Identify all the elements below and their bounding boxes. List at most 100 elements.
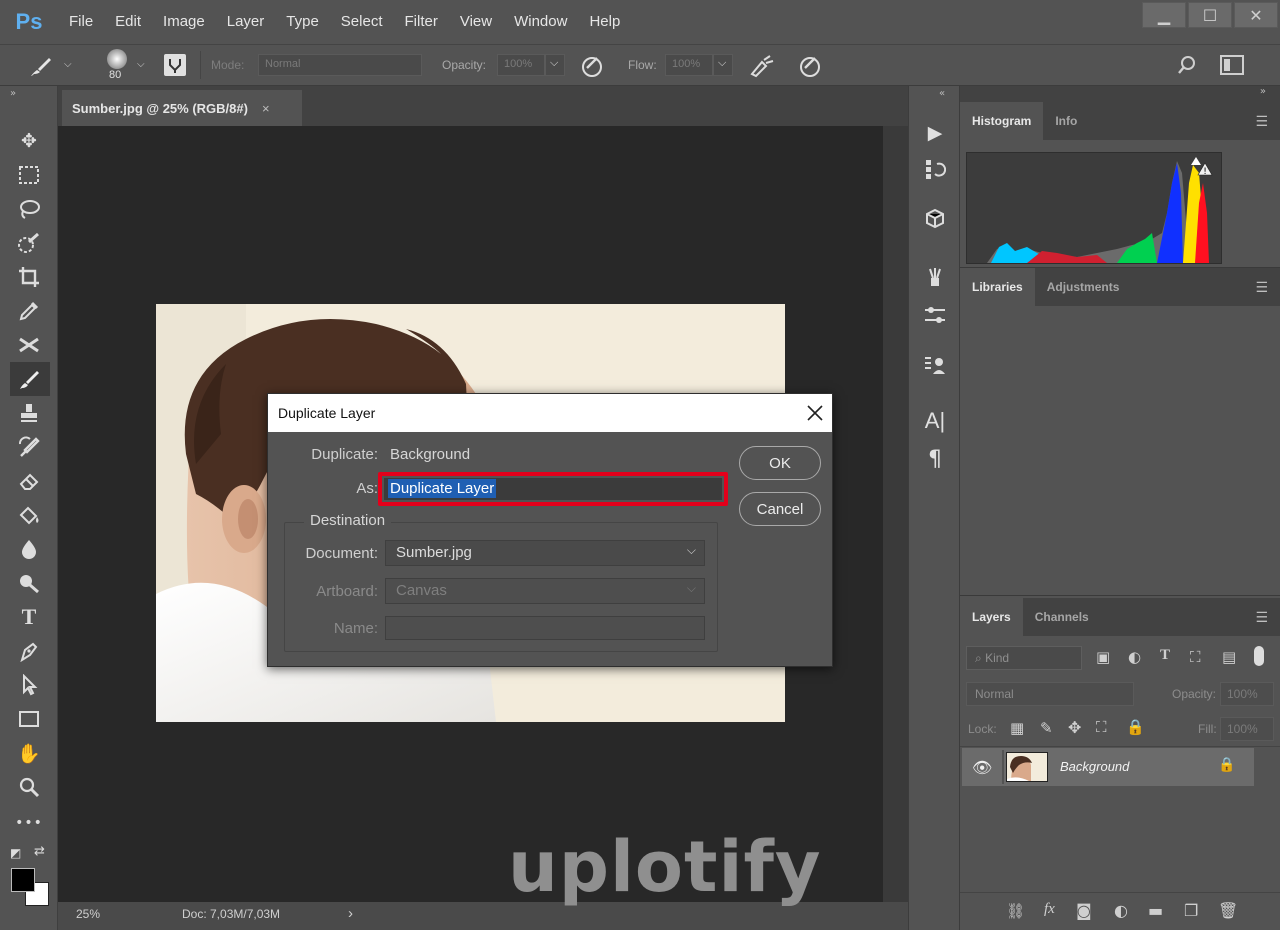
foreground-color-swatch[interactable] <box>11 868 35 892</box>
panel-menu-icon[interactable]: ☰ <box>1255 280 1268 296</box>
properties-icon[interactable] <box>909 348 961 382</box>
marquee-tool-icon[interactable] <box>0 158 58 192</box>
brush-settings-icon[interactable] <box>909 298 961 332</box>
actions-icon[interactable]: ▶ <box>909 116 961 150</box>
history-brush-tool-icon[interactable] <box>0 430 58 464</box>
lock-all-icon[interactable]: 🔒 <box>1126 718 1145 736</box>
swap-colors-icon[interactable]: ⇄ <box>34 844 45 859</box>
name-input[interactable] <box>385 616 705 640</box>
chevron-down-icon[interactable]: ⌵ <box>545 54 565 76</box>
menu-filter[interactable]: Filter <box>394 0 449 44</box>
filter-pixel-icon[interactable]: ▣ <box>1096 648 1110 666</box>
layer-name[interactable]: Background <box>1060 759 1129 774</box>
document-tab[interactable]: Sumber.jpg @ 25% (RGB/8#) × <box>62 90 302 126</box>
history-icon[interactable] <box>909 152 961 186</box>
quick-selection-tool-icon[interactable] <box>0 226 58 260</box>
brushes-icon[interactable] <box>909 260 961 294</box>
panel-menu-icon[interactable]: ☰ <box>1255 610 1268 626</box>
eyedropper-tool-icon[interactable] <box>0 294 58 328</box>
maximize-button[interactable]: ☐ <box>1188 2 1232 28</box>
rectangle-tool-icon[interactable] <box>0 702 58 736</box>
menu-type[interactable]: Type <box>275 0 330 44</box>
brush-preset-icon[interactable] <box>30 55 54 81</box>
cancel-button[interactable]: Cancel <box>739 492 821 526</box>
lock-artboard-icon[interactable]: ⛶ <box>1096 718 1107 736</box>
hand-tool-icon[interactable]: ✋ <box>0 736 58 770</box>
search-icon[interactable] <box>1176 54 1198 80</box>
fill-field[interactable]: 100% <box>1220 717 1274 741</box>
vertical-scrollbar[interactable] <box>883 126 908 902</box>
filter-toggle[interactable] <box>1254 646 1264 666</box>
dodge-tool-icon[interactable] <box>0 566 58 600</box>
filter-smart-object-icon[interactable]: ▤ <box>1222 648 1236 666</box>
layer-row-background[interactable]: 👁 Background 🔒 <box>962 748 1254 786</box>
chevron-down-icon[interactable]: ⌵ <box>64 59 72 70</box>
tab-libraries[interactable]: Libraries <box>960 268 1035 306</box>
paint-bucket-tool-icon[interactable] <box>0 498 58 532</box>
collapse-arrows-icon[interactable]: » <box>1260 86 1266 97</box>
collapse-arrows-icon[interactable]: « <box>939 88 945 99</box>
character-icon[interactable]: A| <box>909 404 961 438</box>
clone-stamp-tool-icon[interactable] <box>0 396 58 430</box>
close-window-button[interactable]: ✕ <box>1234 2 1278 28</box>
move-tool-icon[interactable]: ✥ <box>0 124 58 158</box>
as-input[interactable]: Duplicate Layer <box>384 478 722 500</box>
mask-icon[interactable]: ◙ <box>1076 901 1092 920</box>
tab-adjustments[interactable]: Adjustments <box>1035 268 1132 306</box>
filter-shape-icon[interactable]: ⛶ <box>1190 648 1201 666</box>
paragraph-icon[interactable]: ¶ <box>909 442 961 476</box>
3d-icon[interactable] <box>909 202 961 236</box>
filter-type-icon[interactable]: T <box>1160 647 1170 664</box>
chevron-down-icon[interactable]: ⌵ <box>713 54 733 76</box>
pressure-size-icon[interactable] <box>798 54 822 82</box>
menu-layer[interactable]: Layer <box>216 0 276 44</box>
lasso-tool-icon[interactable] <box>0 192 58 226</box>
healing-brush-tool-icon[interactable] <box>0 328 58 362</box>
minimize-button[interactable]: ▁ <box>1142 2 1186 28</box>
mode-select[interactable]: Normal <box>258 54 422 76</box>
brush-tool-icon[interactable] <box>10 362 50 396</box>
fx-icon[interactable]: fx <box>1044 901 1055 918</box>
layer-filter-kind[interactable]: ⌕ Kind <box>966 646 1082 670</box>
adjustment-icon[interactable]: ◐ <box>1114 901 1128 920</box>
lock-transparent-icon[interactable]: ▦ <box>1010 719 1024 737</box>
lock-position-icon[interactable]: ✥ <box>1068 718 1081 737</box>
blend-mode-select[interactable]: Normal <box>966 682 1134 706</box>
brush-tip-icon[interactable] <box>107 49 127 69</box>
menu-edit[interactable]: Edit <box>104 0 152 44</box>
tab-channels[interactable]: Channels <box>1023 598 1101 636</box>
brush-panel-icon[interactable] <box>164 54 186 76</box>
menu-help[interactable]: Help <box>578 0 631 44</box>
ok-button[interactable]: OK <box>739 446 821 480</box>
zoom-tool-icon[interactable] <box>0 770 58 804</box>
zoom-level[interactable]: 25% <box>76 907 100 921</box>
folder-icon[interactable]: ▬ <box>1148 901 1163 920</box>
tab-layers[interactable]: Layers <box>960 598 1023 636</box>
eye-icon[interactable]: 👁 <box>972 758 992 777</box>
path-selection-tool-icon[interactable] <box>0 668 58 702</box>
menu-view[interactable]: View <box>449 0 503 44</box>
link-icon[interactable]: ⛓ <box>1006 902 1025 920</box>
menu-select[interactable]: Select <box>330 0 394 44</box>
menu-window[interactable]: Window <box>503 0 578 44</box>
menu-file[interactable]: File <box>58 0 104 44</box>
workspace-icon[interactable] <box>1220 55 1244 79</box>
tab-info[interactable]: Info <box>1043 102 1089 140</box>
crop-tool-icon[interactable] <box>0 260 58 294</box>
menu-image[interactable]: Image <box>152 0 216 44</box>
airbrush-icon[interactable] <box>748 54 774 82</box>
panel-menu-icon[interactable]: ☰ <box>1255 114 1268 130</box>
type-tool-icon[interactable]: T <box>0 600 58 634</box>
more-tools-icon[interactable]: ••• <box>0 806 58 840</box>
default-colors-icon[interactable]: ◩ <box>10 846 21 860</box>
close-icon[interactable] <box>804 402 826 424</box>
status-menu-arrow[interactable]: › <box>348 905 353 922</box>
flow-field[interactable]: 100% <box>665 54 713 76</box>
artboard-select[interactable]: Canvas ⌵ <box>385 578 705 604</box>
layer-opacity-field[interactable]: 100% <box>1220 682 1274 706</box>
new-layer-icon[interactable]: ❐ <box>1184 901 1198 920</box>
collapse-arrows-icon[interactable]: » <box>10 88 16 99</box>
document-select[interactable]: Sumber.jpg ⌵ <box>385 540 705 566</box>
trash-icon[interactable]: 🗑 <box>1218 901 1238 920</box>
pen-tool-icon[interactable] <box>0 634 58 668</box>
